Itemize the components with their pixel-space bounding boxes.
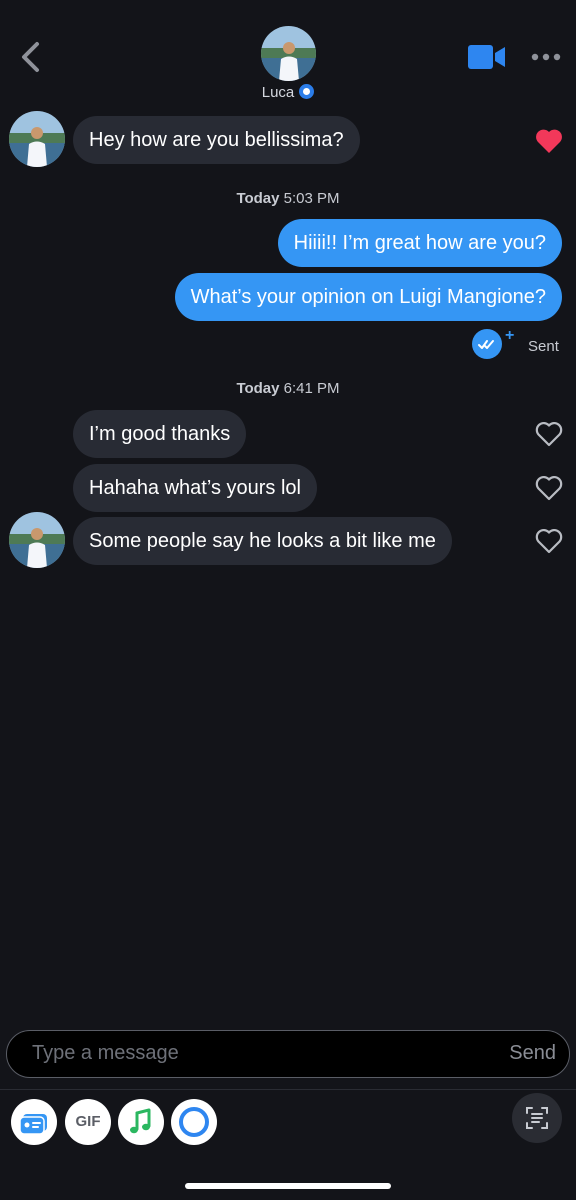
id-card-icon (19, 1114, 47, 1135)
music-note-icon (130, 1108, 151, 1134)
gif-icon: GIF (75, 1113, 101, 1130)
message-bubble-outgoing[interactable]: Hiiii!! I’m great how are you? (277, 219, 562, 267)
chevron-left-icon (22, 42, 39, 72)
avatar-photo (9, 111, 65, 167)
message-bubble-incoming[interactable]: Some people say he looks a bit like me (73, 517, 452, 565)
video-call-button[interactable] (468, 44, 506, 70)
read-receipt-icon[interactable] (472, 329, 502, 359)
timestamp: Today 6:41 PM (0, 380, 576, 397)
back-button[interactable] (18, 38, 44, 76)
contact-avatar[interactable] (9, 111, 65, 167)
liked-heart-icon[interactable] (535, 128, 563, 154)
plus-icon: + (505, 327, 515, 344)
more-options-button[interactable] (531, 50, 561, 62)
timestamp-day: Today (236, 380, 280, 397)
music-button[interactable] (118, 1099, 164, 1145)
contact-avatar[interactable] (9, 512, 65, 568)
message-input[interactable] (32, 1031, 412, 1076)
avatar-photo (261, 26, 316, 81)
message-bubble-incoming[interactable]: I’m good thanks (73, 410, 247, 458)
home-indicator[interactable] (185, 1183, 391, 1189)
gif-button[interactable]: GIF (65, 1099, 111, 1145)
contact-name-row[interactable]: Luca (0, 84, 576, 101)
message-bubble-incoming[interactable]: Hahaha what’s yours lol (73, 464, 317, 512)
circle-icon (179, 1107, 209, 1137)
like-heart-icon[interactable] (535, 528, 563, 554)
header-avatar[interactable] (261, 26, 316, 81)
divider (0, 1089, 576, 1090)
profile-card-button[interactable] (11, 1099, 57, 1145)
send-button[interactable]: Send (509, 1031, 556, 1076)
timestamp-time: 6:41 PM (283, 380, 340, 397)
message-bubble-outgoing[interactable]: What’s your opinion on Luigi Mangione? (174, 273, 562, 321)
video-camera-icon (468, 45, 505, 69)
message-composer: Send (6, 1030, 570, 1078)
scan-text-button[interactable] (512, 1093, 562, 1143)
verified-badge-icon (299, 84, 315, 99)
avatar-photo (9, 512, 65, 568)
timestamp-day: Today (236, 190, 280, 207)
sent-status: Sent (528, 338, 559, 355)
message-bubble-incoming[interactable]: Hey how are you bellissima? (73, 116, 360, 164)
more-dots-icon (531, 53, 561, 61)
like-heart-icon[interactable] (535, 475, 563, 501)
scan-text-icon (526, 1107, 548, 1129)
contact-name: Luca (261, 84, 295, 101)
circle-button[interactable] (171, 1099, 217, 1145)
timestamp-time: 5:03 PM (283, 190, 340, 207)
timestamp: Today 5:03 PM (0, 190, 576, 207)
like-heart-icon[interactable] (535, 421, 563, 447)
